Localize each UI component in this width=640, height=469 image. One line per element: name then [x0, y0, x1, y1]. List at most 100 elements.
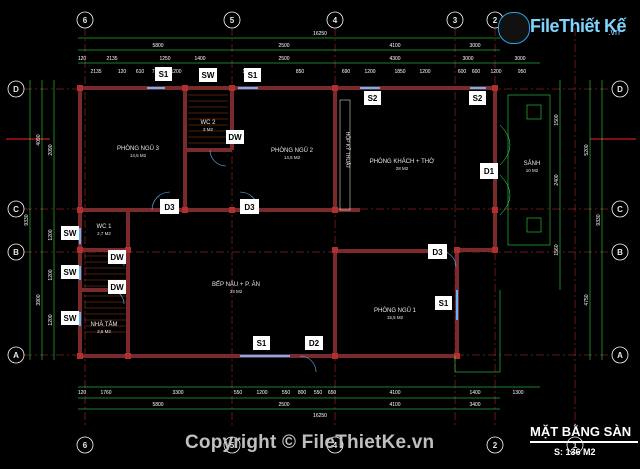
dim-top-3: 120 [118, 69, 127, 75]
tag-label: S1 [248, 71, 258, 80]
dim-right: 4750 [584, 294, 590, 305]
dim-bottom-1: 1400 [469, 390, 480, 396]
dim-top-3: 1200 [490, 69, 501, 75]
dim-top-3: 690 [342, 69, 351, 75]
grid-bubble-label: C [617, 205, 623, 214]
dim-top-1: 3000 [469, 43, 480, 49]
tag-label: D3 [164, 203, 175, 212]
dim-right: 5200 [584, 144, 590, 155]
dim-top-2: 2135 [106, 56, 117, 62]
grid-bubble-label: D [617, 85, 623, 94]
dim-bottom-1: 550 [234, 390, 243, 396]
dim-left: 1200 [48, 269, 54, 280]
title-block: MẶT BẰNG SÀN S: 136 M2 [530, 424, 638, 457]
dimension-texts-right: 5200 4750 9330 1500 2400 1560 [554, 114, 602, 305]
dim-bottom-2: 3400 [469, 402, 480, 408]
dim-top-1: 4100 [389, 43, 400, 49]
site-logo: FileThiết Kế .vn [498, 12, 636, 44]
dim-left: 1200 [48, 314, 54, 325]
shaft-label: HỘP KỸ THUẬT [344, 132, 351, 169]
dim-right: 1500 [554, 114, 560, 125]
tag-label: S2 [368, 94, 378, 103]
dim-top-3: 1200 [170, 69, 181, 75]
dim-top-2: 3000 [462, 56, 473, 62]
dim-bottom-1: 800 [298, 390, 307, 396]
dim-top-1: 2500 [278, 43, 289, 49]
dim-bottom-1: 550 [282, 390, 291, 396]
dim-top-2: 1400 [194, 56, 205, 62]
dim-top-2: 120 [78, 56, 87, 62]
room-area: 14,5 M2 [284, 155, 301, 160]
dim-bottom-2: 2500 [278, 402, 289, 408]
dimension-texts-left: 4090 3900 9330 2090 1200 1200 1200 [24, 134, 54, 325]
room-area: 3 M2 [203, 127, 214, 132]
column-posts [77, 85, 498, 359]
dim-left: 1200 [48, 229, 54, 240]
copyright-watermark: Copyright © FileThietKe.vn [185, 432, 435, 453]
dim-top-3: 600 [472, 69, 481, 75]
tag-label: S1 [159, 70, 169, 79]
room-area: 10 M2 [526, 168, 539, 173]
room-labels: PHÒNG NGỦ 3 14,5 M2 WC 2 3 M2 PHÒNG NGỦ … [91, 120, 541, 334]
room-area: 33 M2 [230, 289, 243, 294]
floor-plan-drawing: 6 5 4 3 2 6 5 4 2 1 D C B A D C B A 1625… [6, 11, 636, 454]
entrance-steps [454, 94, 551, 373]
dim-top-3: 850 [296, 69, 305, 75]
walls [78, 86, 497, 358]
dim-top-3: 1200 [419, 69, 430, 75]
dim-left: 2090 [48, 144, 54, 155]
tag-label: D3 [432, 248, 443, 257]
dim-top-2: 4300 [389, 56, 400, 62]
tag-label: D2 [309, 339, 320, 348]
tag-label: D1 [484, 167, 495, 176]
door-swings [109, 149, 457, 373]
room-area: 15,5 M2 [387, 315, 404, 320]
grid-bubble-label: B [13, 248, 19, 257]
tag-label: SW [202, 71, 215, 80]
room-name: BẾP NẤU + P. ĂN [212, 281, 260, 288]
dim-bottom-1: 3300 [172, 390, 183, 396]
dim-bottom-1: 1760 [100, 390, 111, 396]
plan-title: MẶT BẰNG SÀN [530, 424, 638, 443]
room-name: WC 1 [97, 224, 113, 230]
grid-bubble-label: A [13, 351, 19, 360]
dim-top-3: 600 [458, 69, 467, 75]
dim-top-2: 2500 [278, 56, 289, 62]
overall-depth-left: 9330 [24, 214, 30, 225]
dim-top-2: 1250 [159, 56, 170, 62]
dimension-texts-bottom: 120 1760 3300 550 1200 550 800 550 650 4… [78, 390, 524, 419]
room-name: SẢNH [524, 160, 541, 167]
tag-label: D3 [244, 203, 255, 212]
grid-bubble-label: D [13, 85, 19, 94]
dim-bottom-1: 4100 [389, 390, 400, 396]
dim-bottom-2: 4100 [389, 402, 400, 408]
grid-bubble-label: 6 [83, 441, 88, 450]
dim-right: 2400 [554, 174, 560, 185]
dim-bottom-1: 1200 [256, 390, 267, 396]
dim-right: 1560 [554, 244, 560, 255]
overall-width-top: 16250 [313, 31, 327, 37]
windows [79, 87, 486, 357]
grid-bubble-label: 5 [230, 16, 235, 25]
tag-label: SW [64, 314, 77, 323]
tag-label: S1 [257, 339, 267, 348]
room-name: NHÀ TẮM [91, 320, 118, 328]
tag-label: DW [228, 133, 242, 142]
room-name: WC 2 [201, 120, 217, 126]
dim-top-3: 2135 [90, 69, 101, 75]
dim-bottom-1: 650 [328, 390, 337, 396]
tag-label: SW [64, 229, 77, 238]
dimension-texts-top: 16250 5800 2500 4100 3000 120 2135 1250 … [78, 31, 527, 75]
room-name: PHÒNG NGỦ 3 [117, 145, 160, 152]
dim-bottom-1: 120 [78, 390, 87, 396]
grid-bubble-label: 4 [333, 16, 338, 25]
grid-bubble-label: 2 [493, 441, 498, 450]
dim-top-1: 5800 [152, 43, 163, 49]
logo-badge-icon [498, 12, 530, 44]
tag-label: DW [110, 253, 124, 262]
grid-bubble-label: A [617, 351, 623, 360]
grid-bubble-label: 3 [453, 16, 458, 25]
dim-left: 4090 [36, 134, 42, 145]
room-name: PHÒNG NGỦ 2 [271, 147, 314, 154]
dim-top-3: 950 [518, 69, 527, 75]
